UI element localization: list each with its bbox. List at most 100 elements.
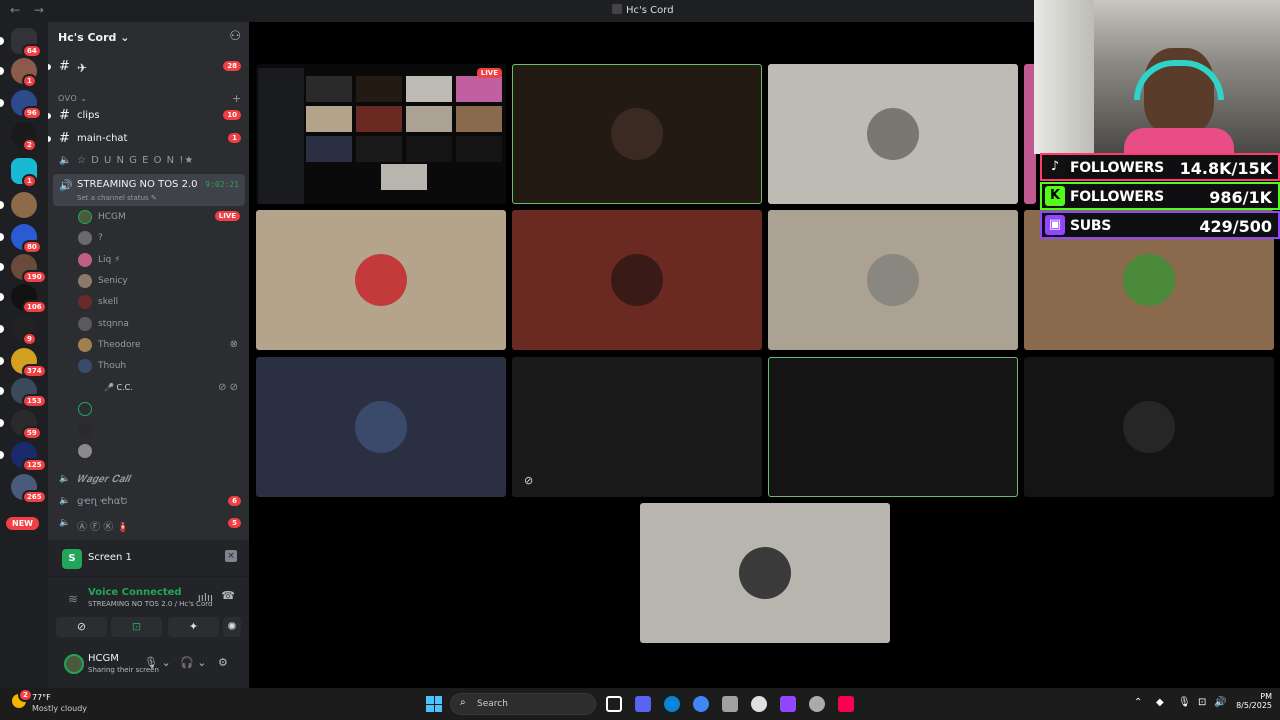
server-badge: 374	[22, 364, 47, 378]
voice-channel[interactable]: 🔈 Ⓐ Ⓕ Ⓚ 🧯 5	[53, 514, 245, 534]
participant-tile[interactable]	[256, 210, 506, 350]
platform-icon: ▣	[1045, 215, 1065, 235]
voice-channel-dungeon[interactable]: 🔈 ☆ D U N G E O N !★	[53, 151, 245, 171]
channel-item[interactable]: # ✈ 28	[48, 57, 245, 77]
participant-tile[interactable]	[512, 64, 762, 204]
avatar	[78, 295, 92, 309]
channel-name[interactable]: clips	[77, 110, 100, 121]
member-name[interactable]: skell	[98, 297, 118, 307]
share-screen-button[interactable]: ⊡	[111, 617, 162, 637]
server-unread-pill	[0, 357, 4, 365]
connection-signal-icon[interactable]: ≋	[68, 592, 78, 606]
voice-member[interactable]: Liq ⚡	[78, 251, 244, 269]
stream-preview-thumb	[406, 106, 452, 132]
channel-item[interactable]: # main-chat 1	[48, 129, 245, 149]
tray-icon[interactable]: ⊡	[1198, 697, 1206, 708]
voice-member[interactable]: Senicy	[78, 272, 244, 290]
member-name[interactable]: 🎤 C.C.	[104, 383, 133, 392]
participant-avatar	[867, 108, 919, 160]
tray-icon[interactable]: ◆	[1156, 697, 1164, 708]
settings-gear-icon[interactable]: ⚙	[218, 656, 228, 669]
voice-member[interactable]	[78, 442, 244, 460]
participant-tile[interactable]	[768, 210, 1018, 350]
channel-name[interactable]: Ⓐ Ⓕ Ⓚ 🧯	[77, 518, 129, 533]
participant-tile[interactable]	[1024, 357, 1274, 497]
add-member-icon[interactable]: ⚇	[229, 29, 241, 44]
channel-name[interactable]: ✈	[77, 61, 87, 75]
server-badge: 265	[22, 490, 47, 504]
channel-name[interactable]: main-chat	[77, 133, 127, 144]
new-badge[interactable]: NEW	[6, 517, 39, 530]
camera-button[interactable]: ⊘	[56, 617, 107, 637]
tray-icon[interactable]: 🔊	[1214, 697, 1226, 708]
server-icon[interactable]	[11, 192, 37, 218]
channel-name[interactable]: 𝑾𝒂𝒈𝒆𝒓 𝑪𝒂𝒍𝒍	[77, 474, 130, 485]
taskbar-app-icon[interactable]	[751, 696, 767, 712]
tray-icon[interactable]: ⌃	[1134, 697, 1142, 708]
channel-item[interactable]: # clips 10	[48, 106, 245, 126]
add-channel-icon[interactable]: +	[232, 92, 242, 105]
voice-channel[interactable]: 🔈 𝑾𝒂𝒈𝒆𝒓 𝑪𝒂𝒍𝒍	[53, 470, 245, 490]
stop-share-icon[interactable]: ×	[225, 550, 237, 562]
member-name[interactable]: Senicy	[98, 276, 128, 286]
channel-name[interactable]: STREAMING NO TOS 2.0	[77, 179, 198, 190]
system-clock[interactable]: PM 8/5/2025	[1232, 692, 1272, 710]
member-name[interactable]: HCGM	[98, 212, 126, 222]
voice-member[interactable]: Theodore ⊗	[78, 336, 244, 354]
avatar[interactable]	[64, 654, 84, 674]
channel-name[interactable]: ցҽղ ҽհαԵ	[77, 496, 128, 507]
participant-tile[interactable]	[768, 357, 1018, 497]
member-name[interactable]: Theodore	[98, 340, 141, 350]
avatar	[78, 444, 92, 458]
member-name[interactable]: Thouh	[98, 361, 126, 371]
soundboard-button[interactable]: ✺	[223, 617, 241, 637]
taskbar-app-icon[interactable]	[664, 696, 680, 712]
headset-icon[interactable]: 🎧 ⌄	[180, 656, 206, 669]
username[interactable]: HCGM	[88, 653, 119, 664]
member-name[interactable]: stqnna	[98, 319, 129, 329]
taskbar-search[interactable]: ⌕ Search	[450, 693, 596, 715]
member-name[interactable]: Liq ⚡	[98, 255, 120, 265]
voice-member[interactable]: stqnna	[78, 315, 244, 333]
channel-name[interactable]: ☆ D U N G E O N !★	[77, 155, 194, 166]
windows-start-icon[interactable]	[426, 696, 442, 712]
back-arrow-icon[interactable]: ←	[10, 3, 20, 17]
participant-tile[interactable]	[512, 210, 762, 350]
taskbar-app-icon[interactable]	[838, 696, 854, 712]
avatar	[78, 359, 92, 373]
member-name[interactable]: ?	[98, 233, 103, 243]
voice-member[interactable]	[78, 400, 244, 418]
voice-member[interactable]: skell	[78, 293, 244, 311]
disconnect-icon[interactable]: ☎	[221, 589, 235, 602]
taskbar-app-icon[interactable]	[722, 696, 738, 712]
voice-member[interactable]: Thouh	[78, 357, 244, 375]
taskbar-app-icon[interactable]	[635, 696, 651, 712]
stream-tile[interactable]: LIVE	[256, 64, 506, 204]
voice-location[interactable]: STREAMING NO TOS 2.0 / Hc's Cord	[88, 600, 212, 608]
tray-icon[interactable]: 🎙	[1178, 697, 1191, 708]
participant-tile[interactable]: ⊘	[512, 357, 762, 497]
voice-channel[interactable]: 🔈 ցҽղ ҽհαԵ 6	[53, 492, 245, 512]
voice-channel-active[interactable]: 🔊 STREAMING NO TOS 2.0 9:02:21 Set a channe…	[53, 174, 245, 206]
taskbar-app-icon[interactable]	[693, 696, 709, 712]
voice-member[interactable]	[78, 421, 244, 439]
noise-suppression-icon[interactable]: ıılıı	[198, 591, 213, 604]
voice-connected-status[interactable]: Voice Connected	[88, 587, 182, 598]
voice-member[interactable]: HCGM LIVE	[78, 208, 244, 226]
taskbar-app-icon[interactable]	[780, 696, 796, 712]
participant-tile[interactable]	[256, 357, 506, 497]
taskbar-app-icon[interactable]	[606, 696, 622, 712]
hash-icon: #	[59, 131, 70, 146]
participant-tile[interactable]	[640, 503, 890, 643]
voice-member[interactable]: ?	[78, 229, 244, 247]
server-header[interactable]: Hc's Cord ⌄ ⚇	[48, 22, 249, 52]
category-ovo[interactable]: OVO ⌄ +	[58, 92, 241, 105]
forward-arrow-icon[interactable]: →	[34, 3, 44, 17]
activities-button[interactable]: ✦	[168, 617, 219, 637]
server-name[interactable]: Hc's Cord ⌄	[58, 31, 129, 44]
channel-status-prompt[interactable]: Set a channel status ✎	[77, 194, 157, 202]
mic-icon[interactable]: 🎙 ⌄	[144, 656, 171, 669]
voice-member[interactable]: 🎤 C.C. ⊘ ⊘	[78, 379, 244, 397]
taskbar-app-icon[interactable]	[809, 696, 825, 712]
participant-tile[interactable]	[768, 64, 1018, 204]
